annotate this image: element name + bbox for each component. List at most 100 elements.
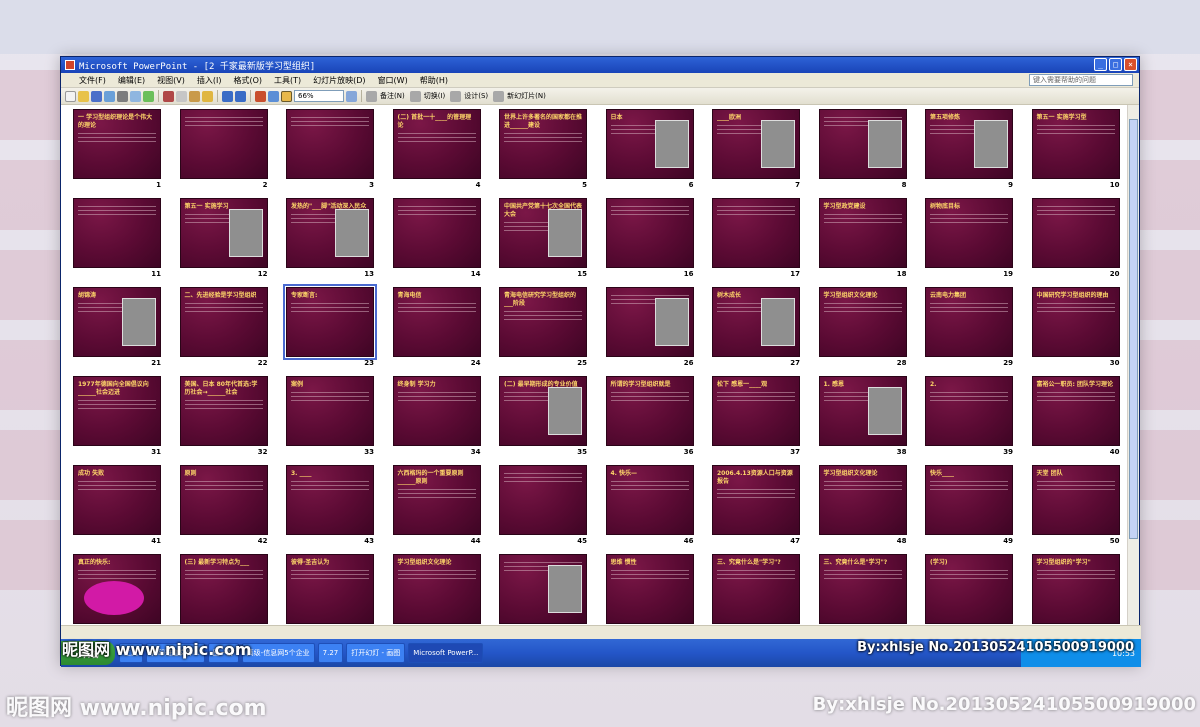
slide-thumbnail[interactable]: 2006.4.13资源人口与资源报告 47	[712, 465, 800, 547]
slide-preview[interactable]: 原则	[179, 465, 268, 535]
slide-preview[interactable]	[73, 198, 161, 268]
slide-preview[interactable]: (三) 最新学习特点为___	[179, 554, 268, 624]
slide-thumbnail[interactable]: 学习型政党建设 18	[818, 198, 907, 280]
slide-preview[interactable]	[499, 554, 587, 624]
slide-thumbnail[interactable]: ____欧洲 7	[712, 109, 800, 191]
slide-preview[interactable]: 终身制 学习力	[392, 376, 481, 446]
slide-preview[interactable]: 学习型组织文化理论	[392, 554, 481, 624]
slide-sorter[interactable]: 一 学习型组织理论是个伟大的理论 1 2 3 (二) 首批一十____的管理理论 4 世界上…	[61, 105, 1129, 625]
slide-thumbnail[interactable]: 三、究竟什么是"学习"?57	[712, 554, 800, 625]
slide-preview[interactable]: 发热的"___脚"活动深入民众	[286, 198, 374, 268]
table-icon[interactable]	[268, 90, 279, 102]
slide-thumbnail[interactable]: 树物底目标 19	[925, 198, 1013, 280]
slide-thumbnail[interactable]: (二) 最早期形成的专业价值 35	[499, 376, 587, 458]
vertical-scrollbar[interactable]	[1127, 105, 1139, 625]
notes-icon[interactable]	[366, 90, 377, 102]
notes-button[interactable]: 备注(N)	[380, 91, 405, 101]
slide-thumbnail[interactable]: 青海电信研究学习型组织的___阶段 25	[499, 287, 587, 369]
title-bar[interactable]: Microsoft PowerPoint - [2 千家最新版学习型组织] _ …	[61, 57, 1139, 73]
scrollbar-thumb[interactable]	[1129, 119, 1138, 539]
slide-preview[interactable]: 成功 失败	[73, 465, 161, 535]
help-icon[interactable]	[346, 90, 357, 102]
slide-preview[interactable]: 真正的快乐:	[73, 554, 161, 624]
slide-thumbnail[interactable]: 三、究竟什么是"学习"?58	[818, 554, 907, 625]
slide-thumbnail[interactable]: 3	[286, 109, 374, 191]
slide-thumbnail[interactable]: 16	[605, 198, 694, 280]
slide-preview[interactable]: 快乐____	[925, 465, 1013, 535]
slide-preview[interactable]: 学习型政党建设	[818, 198, 907, 268]
slide-thumbnail[interactable]: 20	[1031, 198, 1120, 280]
spelling-icon[interactable]	[143, 90, 154, 102]
slide-preview[interactable]: 青海电信研究学习型组织的___阶段	[499, 287, 587, 357]
save-icon[interactable]	[91, 90, 102, 102]
slide-thumbnail[interactable]: 发热的"___脚"活动深入民众 13	[286, 198, 374, 280]
slide-thumbnail[interactable]: 成功 失败 41	[73, 465, 161, 547]
slide-preview[interactable]: 思维 惯性	[605, 554, 694, 624]
slide-thumbnail[interactable]: 2	[179, 109, 268, 191]
design-button[interactable]: 设计(S)	[464, 91, 488, 101]
slide-thumbnail[interactable]: 日本 6	[605, 109, 694, 191]
slide-preview[interactable]: 案例	[286, 376, 374, 446]
format-painter-icon[interactable]	[202, 90, 213, 102]
slide-thumbnail[interactable]: 胡锦涛 21	[73, 287, 161, 369]
slide-preview[interactable]: 1. 感恩	[818, 376, 907, 446]
slide-preview[interactable]: 彼得·圣吉认为	[286, 554, 374, 624]
slide-thumbnail[interactable]: 学习型组织文化理论 28	[818, 287, 907, 369]
taskbar-item[interactable]: 7.27	[317, 643, 344, 663]
slide-preview[interactable]: ____欧洲	[712, 109, 800, 179]
new-icon[interactable]	[65, 90, 76, 102]
slide-thumbnail[interactable]: 青海电信 24	[392, 287, 481, 369]
open-icon[interactable]	[78, 90, 89, 102]
slide-preview[interactable]	[605, 287, 694, 357]
paste-icon[interactable]	[189, 90, 200, 102]
slide-thumbnail[interactable]: 二、先进经验是学习型组织 22	[179, 287, 268, 369]
menu-slideshow[interactable]: 幻灯片放映(D)	[313, 75, 365, 86]
slide-thumbnail[interactable]: (学习)59	[925, 554, 1013, 625]
slide-thumbnail[interactable]: 所谓的学习型组织就是 36	[605, 376, 694, 458]
slide-thumbnail[interactable]: 快乐____ 49	[925, 465, 1013, 547]
slide-preview[interactable]: 青海电信	[392, 287, 481, 357]
slide-preview[interactable]: 美国、日本 80年代首选:学历社会→______社会	[179, 376, 268, 446]
slide-preview[interactable]: 树木成长	[712, 287, 800, 357]
slide-preview[interactable]: 专家断言:	[283, 284, 377, 360]
slide-preview[interactable]: 学习型组织文化理论	[818, 465, 907, 535]
slide-preview[interactable]: 世界上许多著名的国家都在推进______建设	[499, 109, 587, 179]
slide-thumbnail[interactable]: (三) 最新学习特点为___52	[179, 554, 268, 625]
slide-preview[interactable]: 日本	[605, 109, 694, 179]
slide-preview[interactable]: 学习型组织的"学习"	[1031, 554, 1120, 624]
slide-thumbnail[interactable]: 思维 惯性56	[605, 554, 694, 625]
slide-preview[interactable]	[1031, 198, 1120, 268]
slide-preview[interactable]	[818, 109, 907, 179]
slide-preview[interactable]: 2.	[925, 376, 1013, 446]
slide-thumbnail[interactable]: 终身制 学习力 34	[392, 376, 481, 458]
slide-preview[interactable]: 所谓的学习型组织就是	[605, 376, 694, 446]
slide-preview[interactable]: 1977年德国向全国倡议向______社会迈进	[73, 376, 161, 446]
slide-thumbnail[interactable]: 3. ____ 43	[286, 465, 374, 547]
menu-format[interactable]: 格式(O)	[233, 75, 262, 86]
slide-preview[interactable]: 中国研究学习型组织的理由	[1031, 287, 1120, 357]
slide-thumbnail[interactable]: 8	[818, 109, 907, 191]
slide-preview[interactable]: 树物底目标	[925, 198, 1013, 268]
slide-thumbnail[interactable]: 六西格玛的一个重要原则 ______原则 44	[392, 465, 481, 547]
slide-preview[interactable]: (学习)	[925, 554, 1013, 624]
slide-thumbnail[interactable]: 11	[73, 198, 161, 280]
slide-thumbnail[interactable]: 天堂 团队 50	[1031, 465, 1120, 547]
slide-preview[interactable]: (二) 首批一十____的管理理论	[392, 109, 481, 179]
slide-thumbnail[interactable]: 富裕公一职员: 团队学习理论 40	[1031, 376, 1120, 458]
slide-preview[interactable]	[605, 198, 694, 268]
slide-thumbnail[interactable]: 第五一 实施学习 12	[179, 198, 268, 280]
slide-thumbnail[interactable]: 专家断言: 23	[283, 284, 377, 369]
transition-icon[interactable]	[409, 90, 421, 102]
slide-thumbnail[interactable]: 26	[605, 287, 694, 369]
slide-thumbnail[interactable]: 树木成长 27	[712, 287, 800, 369]
slide-thumbnail[interactable]: 松下 感恩一____观 37	[712, 376, 800, 458]
taskbar-item[interactable]: 打开幻灯 - 画图	[346, 643, 406, 663]
slide-thumbnail[interactable]: 1977年德国向全国倡议向______社会迈进 31	[73, 376, 161, 458]
copy-icon[interactable]	[176, 90, 187, 102]
slide-preview[interactable]: (二) 最早期形成的专业价值	[499, 376, 587, 446]
menu-window[interactable]: 窗口(W)	[378, 75, 408, 86]
help-search-input[interactable]: 键入需要帮助的问题	[1029, 74, 1133, 86]
slide-preview[interactable]	[179, 109, 268, 179]
redo-icon[interactable]	[235, 90, 246, 102]
close-button[interactable]: ×	[1124, 58, 1137, 71]
